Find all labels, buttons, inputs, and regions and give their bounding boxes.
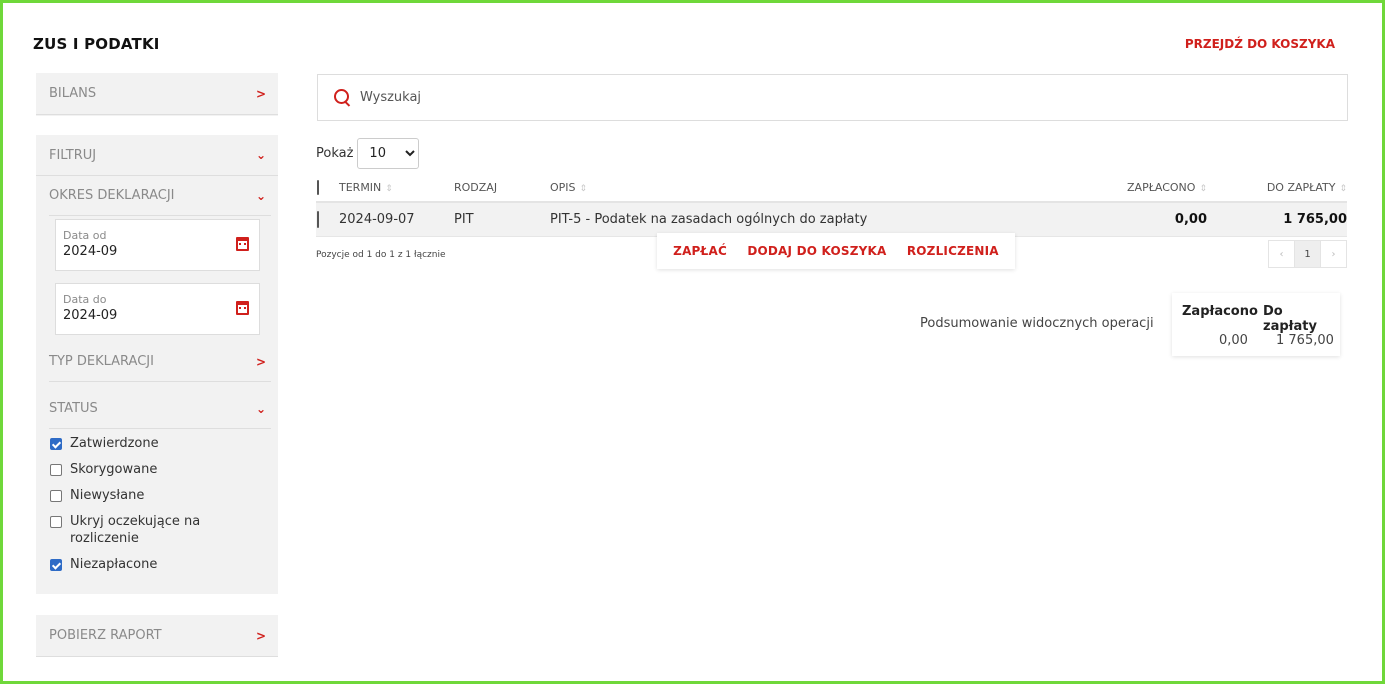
summary-paid-value: 0,00 [1219,333,1248,348]
cell-do-zaplaty: 1 765,00 [1283,212,1347,227]
header-opis[interactable]: OPIS ⇕ [550,181,1095,194]
bilans-toggle[interactable]: BILANS > [36,73,278,115]
summary-label: Podsumowanie widocznych operacji [920,316,1154,331]
select-all-checkbox[interactable] [317,179,319,195]
header-termin[interactable]: TERMIN ⇕ [339,181,454,194]
prev-page-button[interactable]: ‹ [1268,240,1295,268]
select-all-cell [316,179,339,195]
summary-box: Zapłacono Do zapłaty 0,00 1 765,00 [1172,293,1340,356]
report-label: POBIERZ RAPORT [49,628,162,643]
filter-panel: FILTRUJ ⌄ OKRES DEKLARACJI ⌄ Data od 202… [36,135,278,594]
status-option-label: Niewysłane [70,488,145,503]
sort-icon: ⇕ [1339,183,1347,194]
checkbox[interactable] [50,464,62,476]
page-size-select[interactable]: 10 [357,138,420,169]
table-row[interactable]: 2024-09-07 PIT PIT-5 - Podatek na zasada… [316,203,1347,237]
page-size-control: Pokaż 10 [316,138,420,169]
checkbox[interactable] [50,516,62,528]
header-rodzaj: RODZAJ [454,181,550,194]
go-to-cart-link[interactable]: PRZEJDŹ DO KOSZYKA [1185,37,1335,51]
calendar-icon[interactable] [236,301,249,315]
period-label: OKRES DEKLARACJI [49,188,175,203]
page-button-current[interactable]: 1 [1294,240,1321,268]
header-label: RODZAJ [454,180,498,194]
date-to-label: Data do [63,293,107,306]
page-title: ZUS I PODATKI [33,35,160,53]
declarations-table: TERMIN ⇕ RODZAJ OPIS ⇕ ZAPŁACONO ⇕ DO ZAPŁA… [316,173,1347,237]
header-label: OPIS [550,180,576,194]
sidebar: BILANS > FILTRUJ ⌄ OKRES DEKLARACJI ⌄ Da… [36,73,278,657]
sort-icon: ⇕ [385,183,393,194]
search-bar [317,74,1348,121]
search-input[interactable] [360,90,1260,105]
status-option-niewyslane[interactable]: Niewysłane [49,487,278,504]
period-toggle[interactable]: OKRES DEKLARACJI ⌄ [49,176,271,216]
row-check-cell [316,211,339,228]
date-to-field[interactable]: Data do 2024-09 [55,283,260,335]
cell-rodzaj: PIT [454,212,474,227]
declaration-type-label: TYP DEKLARACJI [49,354,154,369]
checkbox[interactable] [50,559,62,571]
summary-due-value: 1 765,00 [1276,333,1334,348]
cell-zaplacono: 0,00 [1174,212,1207,227]
header-zaplacono[interactable]: ZAPŁACONO ⇕ [1095,181,1207,194]
pay-button[interactable]: ZAPŁAĆ [673,244,727,258]
chevron-down-icon: ⌄ [255,401,266,416]
status-option-zatwierdzone[interactable]: Zatwierdzone [49,435,278,452]
status-toggle[interactable]: STATUS ⌄ [49,389,271,429]
sort-icon: ⇕ [1199,183,1207,194]
status-option-ukryj-oczekujace[interactable]: Ukryj oczekujące na rozliczenie [49,513,278,547]
chevron-right-icon: > [255,354,266,369]
report-panel: POBIERZ RAPORT > [36,615,278,657]
status-option-label: Zatwierdzone [70,436,159,451]
chevron-right-icon: > [255,628,266,643]
calendar-icon[interactable] [236,237,249,251]
status-label: STATUS [49,401,98,416]
header-do-zaplaty[interactable]: DO ZAPŁATY ⇕ [1207,181,1347,194]
header-label: ZAPŁACONO [1127,180,1196,194]
status-option-niezaplacone[interactable]: Niezapłacone [49,556,278,573]
cell-termin: 2024-09-07 [339,212,415,227]
date-from-label: Data od [63,229,107,242]
status-options: Zatwierdzone Skorygowane Niewysłane Ukry… [36,429,278,573]
table-info: Pozycje od 1 do 1 z 1 łącznie [316,250,446,260]
date-from-value: 2024-09 [63,244,118,259]
header-label: TERMIN [339,180,382,194]
table-header: TERMIN ⇕ RODZAJ OPIS ⇕ ZAPŁACONO ⇕ DO ZAPŁA… [316,173,1347,203]
settlements-button[interactable]: ROZLICZENIA [907,244,999,258]
sort-icon: ⇕ [579,183,588,194]
bilans-label: BILANS [49,86,97,101]
page-size-label: Pokaż [316,146,354,161]
status-option-label: Skorygowane [70,462,158,477]
pagination: ‹ 1 › [1268,240,1347,268]
report-toggle[interactable]: POBIERZ RAPORT > [36,615,278,657]
cell-opis: PIT-5 - Podatek na zasadach ogólnych do … [550,212,868,227]
chevron-down-icon: ⌄ [255,148,266,162]
summary-paid-header: Zapłacono [1182,304,1258,319]
bilans-panel: BILANS > [36,73,278,116]
header-label: DO ZAPŁATY [1266,180,1336,194]
checkbox[interactable] [50,438,62,450]
status-option-label: Ukryj oczekujące na rozliczenie [70,514,201,546]
next-page-button[interactable]: › [1320,240,1347,268]
date-to-value: 2024-09 [63,308,118,323]
declaration-type-toggle[interactable]: TYP DEKLARACJI > [49,342,271,382]
chevron-down-icon: ⌄ [255,188,266,203]
chevron-right-icon: > [255,86,266,101]
row-actions-popup: ZAPŁAĆ DODAJ DO KOSZYKA ROZLICZENIA [657,233,1015,269]
filter-toggle[interactable]: FILTRUJ ⌄ [36,135,278,176]
checkbox[interactable] [50,490,62,502]
date-from-field[interactable]: Data od 2024-09 [55,219,260,271]
filter-label: FILTRUJ [49,147,97,163]
add-to-cart-button[interactable]: DODAJ DO KOSZYKA [747,244,886,258]
status-option-skorygowane[interactable]: Skorygowane [49,461,278,478]
row-checkbox[interactable] [317,211,319,228]
summary-due-header: Do zapłaty [1263,304,1317,334]
search-icon [334,88,352,107]
status-option-label: Niezapłacone [70,557,158,572]
